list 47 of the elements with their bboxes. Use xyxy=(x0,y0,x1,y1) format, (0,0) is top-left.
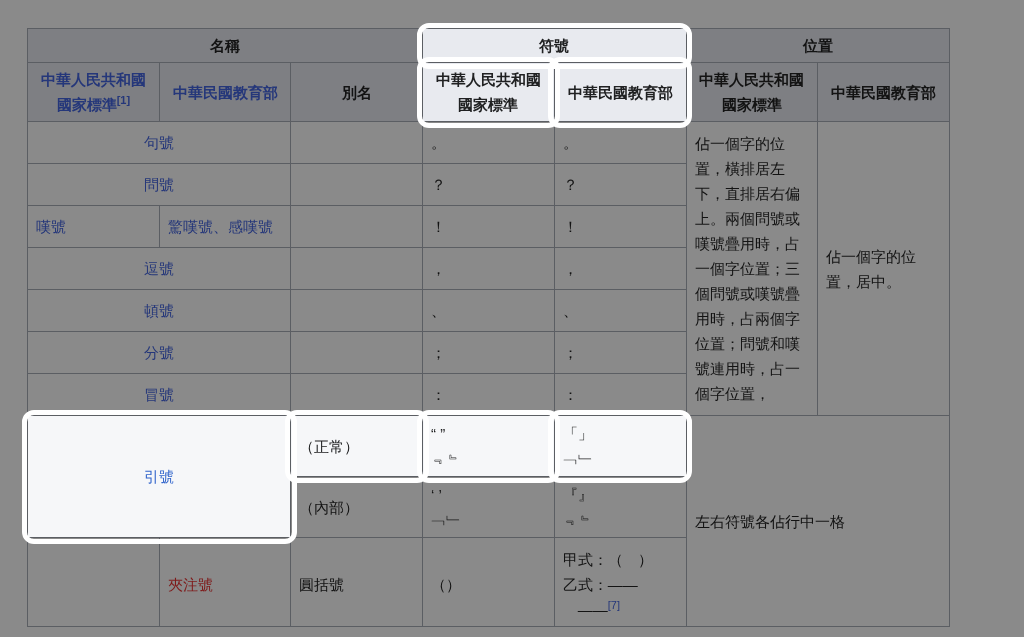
cell-text: 。 xyxy=(562,133,579,153)
cell-text: ﹁﹂ xyxy=(431,510,463,530)
cell-text: 佔一個字的位置，居中。 xyxy=(826,246,918,292)
cell-text: ﹃﹄ xyxy=(431,449,463,469)
column-header: 別名 xyxy=(290,62,423,122)
cell-text: 、 xyxy=(431,301,448,321)
term-link[interactable]: 頓號 xyxy=(36,298,283,323)
header-link[interactable]: 中華民國教育部 xyxy=(159,62,291,122)
cell-text: 甲式：（ ） xyxy=(562,549,654,570)
term-link[interactable]: 冒號 xyxy=(36,382,283,407)
cell-text: ， xyxy=(562,259,579,279)
term-link[interactable]: 嘆號 xyxy=(36,214,151,239)
term-link[interactable]: 問號 xyxy=(36,172,283,197)
cell-text: ： xyxy=(431,385,448,405)
cell-text: （正常） xyxy=(299,436,361,457)
term-link[interactable]: 引號 xyxy=(36,464,283,489)
cell-text: ！ xyxy=(562,217,579,237)
term-link[interactable]: 逗號 xyxy=(36,256,283,281)
term-link[interactable]: 夾注號 xyxy=(167,571,283,597)
column-header: 名稱 xyxy=(27,28,423,63)
cell-text: 、 xyxy=(562,301,579,321)
cell-text: 乙式：—— xyxy=(562,574,639,595)
header-link[interactable]: 中華人民共和國國家標準$^{[1]}$ xyxy=(27,62,160,122)
cell-text: ？ xyxy=(431,175,448,195)
cell-text: ﹁﹂ xyxy=(562,449,594,469)
cell-text: 左右符號各佔行中一格 xyxy=(694,511,846,532)
cell-text: ； xyxy=(431,343,448,363)
cell-text: ！ xyxy=(431,217,448,237)
cell-text: ‘ ’ xyxy=(431,485,443,505)
cell-text: ； xyxy=(562,343,579,363)
term-link[interactable]: 句號 xyxy=(36,130,283,155)
cell-text: ？ xyxy=(562,175,579,195)
cell-text: （內部） xyxy=(299,497,361,518)
column-header: 中華民國教育部 xyxy=(817,62,950,122)
cell-text: ， xyxy=(431,259,448,279)
cell-text: 『』 xyxy=(562,485,594,505)
term-link[interactable]: 分號 xyxy=(36,340,283,365)
cell-text: 「」 xyxy=(562,424,594,444)
cell-text: 圓括號 xyxy=(299,574,346,595)
cell-text: （） xyxy=(431,574,463,595)
cell-text: 佔一個字的位置，橫排居左下，直排居右偏上。兩個問號或嘆號疊用時，占一個字位置；三個問號或嘆號疊用時，占兩個字位置；問號和嘆號連用時，占一個字位置， xyxy=(694,134,801,404)
cell-text: ——$^{[7]}$ xyxy=(576,597,622,620)
cell-text: ： xyxy=(562,385,579,405)
cell-text: 。 xyxy=(431,133,448,153)
term-link[interactable]: 驚嘆號、感嘆號 xyxy=(167,214,283,239)
cell-text: “ ” xyxy=(431,424,447,444)
cell-text: ﹃﹄ xyxy=(562,510,594,530)
